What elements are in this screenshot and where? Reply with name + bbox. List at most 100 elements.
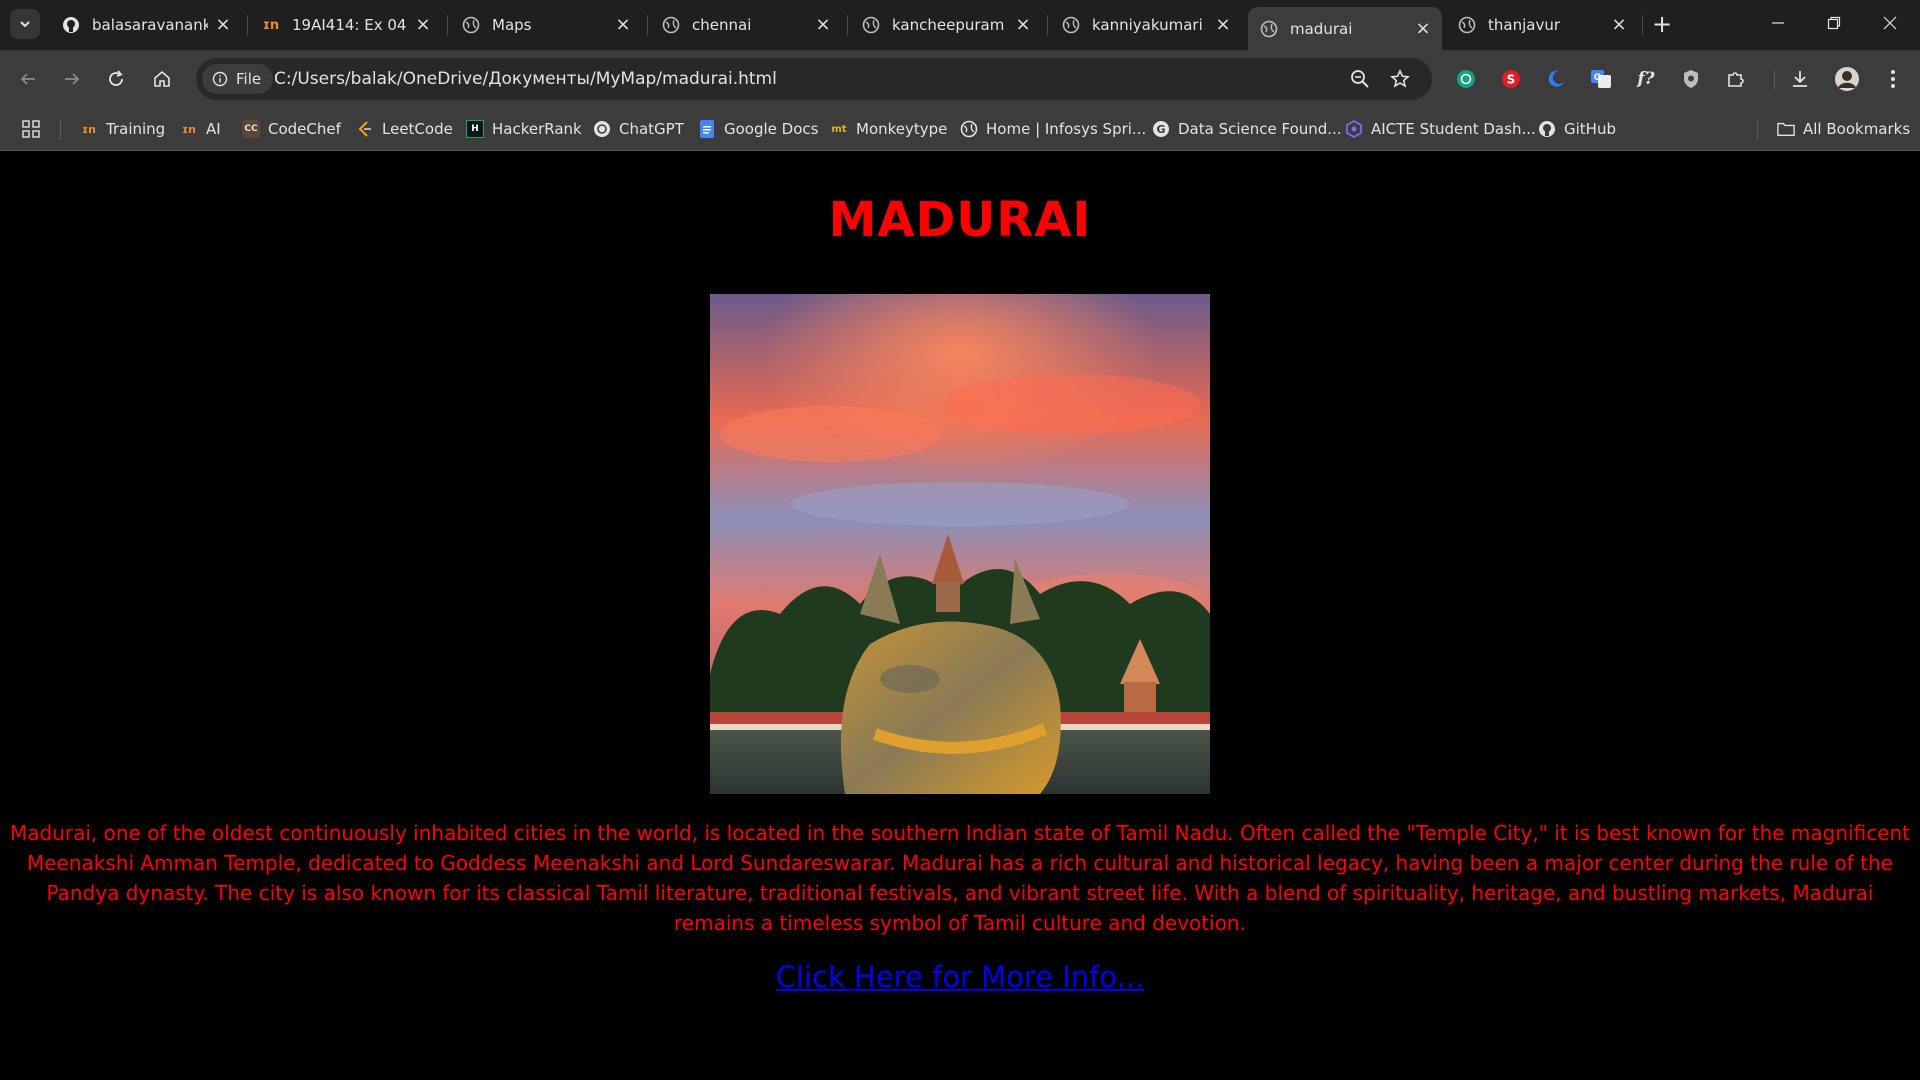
tab-github[interactable]: balasaravanank/ × (50, 7, 242, 43)
close-icon[interactable]: × (814, 16, 832, 34)
globe-icon (1062, 16, 1080, 34)
minimize-icon (1772, 22, 1784, 24)
tab-title: kancheepuram (892, 16, 1005, 34)
download-icon[interactable] (1787, 66, 1813, 92)
globe-icon (462, 16, 480, 34)
hackerrank-icon: H (466, 120, 484, 138)
bookmarks-divider (1757, 120, 1758, 140)
close-icon[interactable]: × (1014, 16, 1032, 34)
close-icon[interactable]: × (214, 16, 232, 34)
zoom-button[interactable] (1346, 65, 1374, 93)
bookmark-infosys-springboard[interactable]: Home | Infosys Spri... (960, 118, 1146, 140)
bookmark-star-button[interactable] (1386, 65, 1414, 93)
page-title: MADURAI (828, 192, 1092, 248)
infosys-icon: ɪn (182, 122, 196, 136)
docs-icon (698, 120, 716, 138)
bookmarks-bar: ɪn Training ɪn AI CC CodeChef LeetCode H… (0, 108, 1920, 151)
bookmark-label: HackerRank (492, 120, 582, 138)
close-icon (1883, 16, 1897, 30)
bookmark-label: LeetCode (382, 120, 453, 138)
bookmark-data-science[interactable]: G Data Science Found... (1152, 118, 1342, 140)
bookmark-ai[interactable]: ɪn AI (180, 118, 221, 140)
site-chip-label: File (236, 70, 262, 88)
tab-strip: balasaravanank/ × ɪn 19AI414: Ex 04 - × … (0, 0, 1920, 50)
svg-text:S: S (1507, 73, 1516, 87)
tab-search-button[interactable] (10, 9, 40, 39)
profile-avatar[interactable] (1834, 66, 1860, 92)
close-icon[interactable]: × (614, 16, 632, 34)
bookmark-github[interactable]: GitHub (1538, 118, 1616, 140)
tab-madurai[interactable]: madurai × (1248, 7, 1442, 50)
apps-grid-button[interactable] (22, 118, 40, 140)
tab-title: kanniyakumari (1092, 16, 1203, 34)
red-s-extension-icon[interactable]: S (1498, 66, 1524, 92)
extensions-puzzle-icon[interactable] (1723, 66, 1749, 92)
tab-title: madurai (1290, 19, 1353, 38)
close-icon[interactable]: × (1214, 16, 1232, 34)
bookmark-training[interactable]: ɪn Training (80, 118, 165, 140)
all-bookmarks-label: All Bookmarks (1803, 120, 1911, 138)
tab-maps[interactable]: Maps × (450, 7, 642, 43)
tab-infosys-ex04[interactable]: ɪn 19AI414: Ex 04 - × (250, 7, 442, 43)
bookmark-codechef[interactable]: CC CodeChef (242, 118, 341, 140)
globe-icon (960, 120, 978, 138)
reload-button[interactable] (100, 63, 132, 95)
bookmark-label: AI (206, 120, 221, 138)
globe-icon (862, 16, 880, 34)
tab-kanniyakumari[interactable]: kanniyakumari × (1050, 7, 1242, 43)
tab-kancheepuram[interactable]: kancheepuram × (850, 7, 1042, 43)
bookmark-label: AICTE Student Dash... (1371, 120, 1536, 138)
all-bookmarks-button[interactable]: All Bookmarks (1777, 118, 1910, 140)
apps-grid-icon (22, 120, 40, 138)
new-tab-button[interactable]: + (1648, 11, 1676, 39)
bookmark-label: Home | Infosys Spri... (986, 120, 1147, 138)
tab-thanjavur[interactable]: thanjavur × (1446, 7, 1638, 43)
bookmark-label: Data Science Found... (1178, 120, 1342, 138)
home-icon (154, 70, 170, 87)
address-bar[interactable]: File C:/Users/balak/OneDrive/Документы/M… (196, 58, 1432, 100)
dark-mode-moon-icon[interactable] (1543, 66, 1569, 92)
more-info-link[interactable]: Click Here for More Info... (0, 960, 1920, 994)
arrow-left-icon (20, 73, 35, 85)
restore-button[interactable] (1806, 0, 1862, 46)
google-icon: G (1152, 120, 1170, 138)
home-button[interactable] (146, 63, 178, 95)
minimize-button[interactable] (1750, 0, 1806, 46)
url-text[interactable]: C:/Users/balak/OneDrive/Документы/MyMap/… (274, 69, 777, 89)
close-window-button[interactable] (1862, 0, 1918, 46)
formula-extension-icon[interactable]: f? (1633, 66, 1659, 92)
infosys-icon: ɪn (262, 17, 280, 33)
bookmark-chatgpt[interactable]: ChatGPT (593, 118, 684, 140)
arrow-right-icon (65, 73, 80, 85)
bookmark-label: CodeChef (268, 120, 341, 138)
site-info-chip[interactable]: File (202, 64, 274, 94)
monkeytype-icon: mt (831, 123, 847, 135)
google-translate-icon[interactable]: G (1588, 66, 1614, 92)
toolbar-divider (1774, 70, 1775, 90)
tab-divider (1047, 15, 1048, 35)
tab-chennai[interactable]: chennai × (650, 7, 842, 43)
globe-icon (1260, 20, 1278, 38)
info-icon (212, 71, 228, 87)
bookmarks-divider (60, 120, 61, 140)
bookmark-leetcode[interactable]: LeetCode (356, 118, 453, 140)
tab-title: Maps (492, 16, 532, 34)
bookmark-google-docs[interactable]: Google Docs (698, 118, 818, 140)
zoom-out-icon (1351, 70, 1369, 88)
bookmark-aicte[interactable]: AICTE Student Dash... (1345, 118, 1536, 140)
bookmark-monkeytype[interactable]: mt Monkeytype (830, 118, 947, 140)
bookmark-hackerrank[interactable]: H HackerRank (466, 118, 582, 140)
close-icon[interactable]: × (414, 16, 432, 34)
close-icon[interactable]: × (1610, 16, 1628, 34)
tab-divider (447, 15, 448, 35)
chatgpt-extension-icon[interactable] (1453, 66, 1479, 92)
tab-title: balasaravanank/ (92, 16, 208, 34)
shield-extension-icon[interactable] (1678, 66, 1704, 92)
back-button[interactable] (12, 63, 44, 95)
menu-kebab-icon[interactable] (1880, 66, 1906, 92)
bookmark-label: GitHub (1564, 120, 1616, 138)
forward-button[interactable] (56, 63, 88, 95)
svg-text:G: G (1156, 123, 1165, 136)
close-icon[interactable]: × (1414, 19, 1432, 38)
tab-divider (847, 15, 848, 35)
